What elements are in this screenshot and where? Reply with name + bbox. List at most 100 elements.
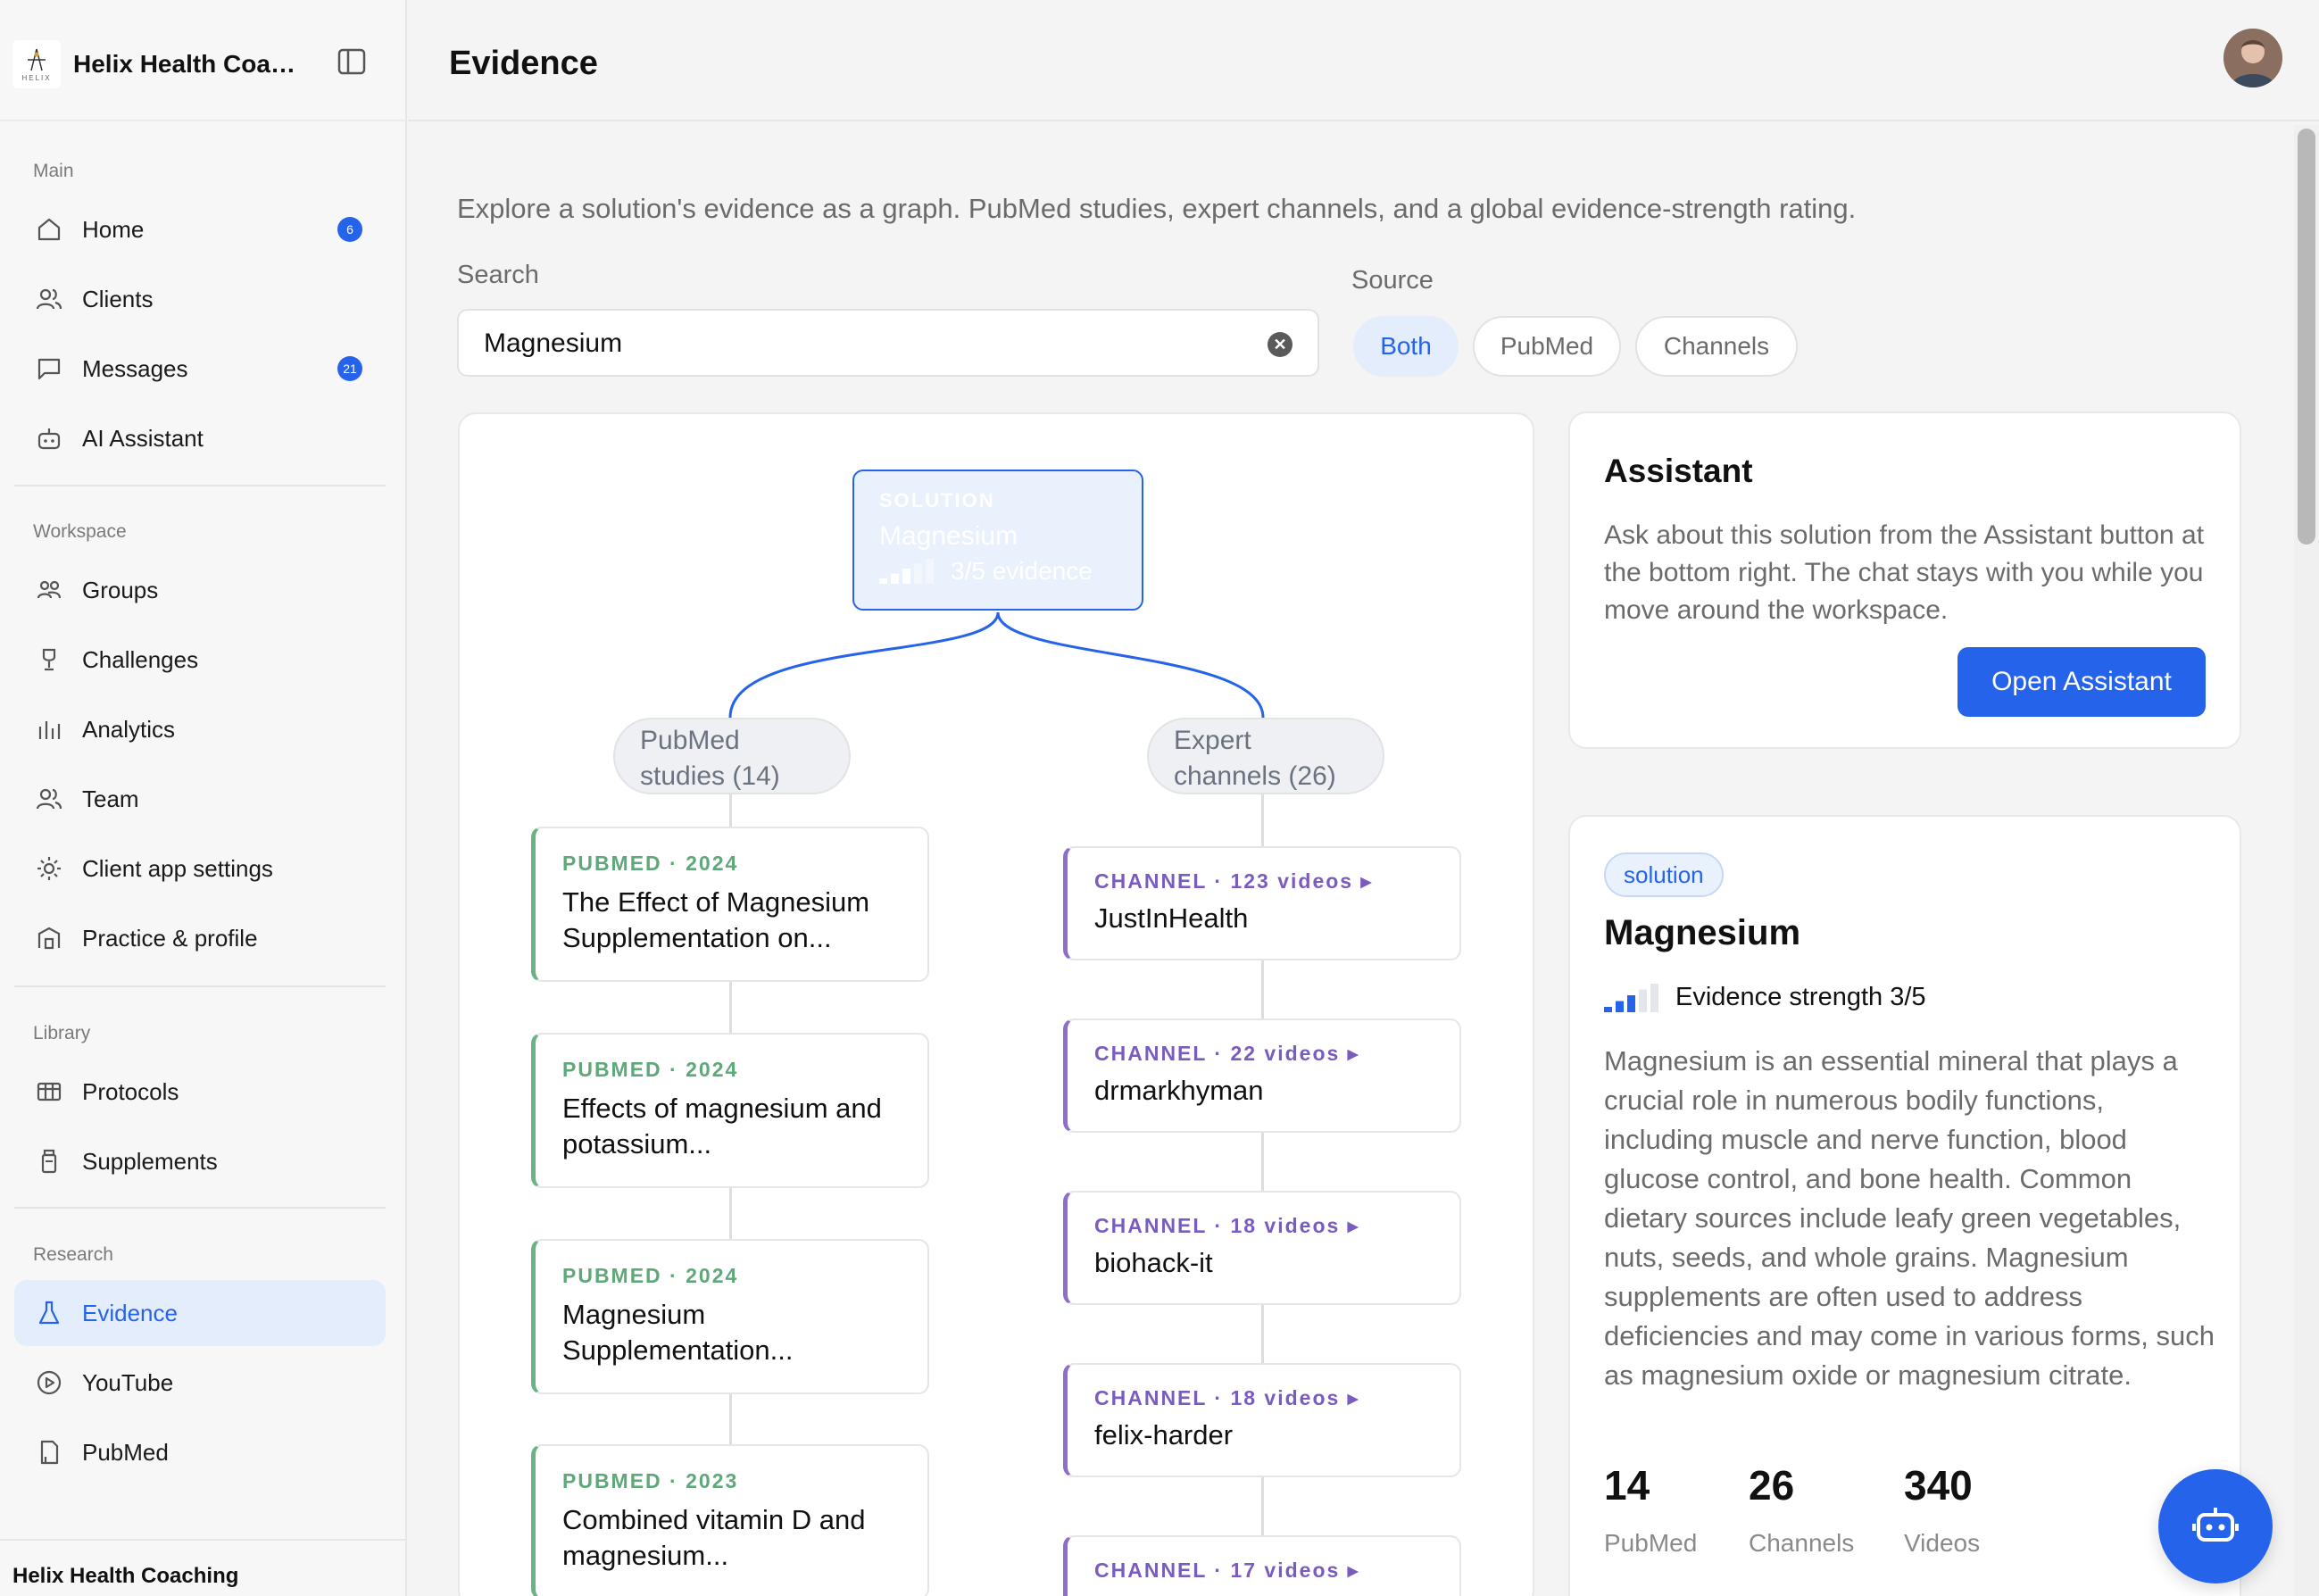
sidebar-item-youtube[interactable]: YouTube [14, 1350, 386, 1416]
stat-pubmed: 14 PubMed [1604, 1461, 1697, 1558]
flask-icon [34, 1298, 64, 1328]
section-label-research: Research [33, 1244, 113, 1265]
strength-bar [902, 569, 910, 584]
channel-meta: CHANNEL · 17 videos ▸ [1094, 1559, 1360, 1582]
channel-card[interactable]: CHANNEL · 123 videos ▸ JustInHealth [1063, 846, 1461, 960]
clear-icon[interactable]: ✕ [1268, 332, 1292, 357]
source-filter-both[interactable]: Both [1353, 316, 1459, 377]
sidebar-item-protocols[interactable]: Protocols [14, 1059, 386, 1125]
stat-value: 26 [1749, 1462, 1795, 1509]
pubmed-study-card[interactable]: PUBMED · 2023 Combined vitamin D and mag… [531, 1444, 929, 1596]
group-icon [34, 575, 64, 605]
channels-group-node[interactable]: Expert channels (26) [1147, 718, 1384, 794]
channel-card[interactable]: CHANNEL · 18 videos ▸ felix-harder [1063, 1363, 1461, 1477]
search-label: Search [457, 261, 539, 289]
source-filter-channels[interactable]: Channels [1635, 316, 1798, 377]
sidebar-item-label: YouTube [82, 1368, 174, 1396]
sidebar-item-evidence[interactable]: Evidence [14, 1280, 386, 1346]
study-meta: PUBMED · 2024 [562, 1264, 739, 1287]
sidebar-item-clients[interactable]: Clients [14, 266, 386, 332]
study-title: Magnesium Supplementation... [562, 1299, 794, 1366]
divider [14, 1207, 386, 1209]
strength-bar [1616, 1001, 1624, 1012]
search-input[interactable]: Magnesium ✕ [457, 309, 1319, 377]
strength-bars-icon [1604, 983, 1658, 1012]
stat-channels: 26 Channels [1749, 1461, 1854, 1558]
channel-meta: CHANNEL · 22 videos ▸ [1094, 1042, 1360, 1065]
sidebar-item-practice-profile[interactable]: Practice & profile [14, 905, 386, 971]
channel-meta: CHANNEL · 18 videos ▸ [1094, 1386, 1360, 1409]
assistant-body: Ask about this solution from the Assista… [1604, 520, 2205, 625]
channel-name: biohack-it [1094, 1247, 1213, 1278]
sidebar-item-label: Evidence [82, 1299, 178, 1326]
strength-bar [879, 578, 887, 584]
channel-name: JustInHealth [1094, 902, 1249, 934]
strength-bar [891, 573, 899, 584]
strength-bar [1604, 1006, 1612, 1012]
stat-videos: 340 Videos [1904, 1461, 1980, 1558]
page-title: Evidence [449, 45, 598, 82]
solution-node-title: Magnesium [879, 521, 1018, 551]
sidebar-item-analytics[interactable]: Analytics [14, 696, 386, 762]
scrollbar-thumb[interactable] [2298, 129, 2315, 544]
pubmed-study-card[interactable]: PUBMED · 2024 The Effect of Magnesium Su… [531, 827, 929, 982]
channel-card[interactable]: CHANNEL · 17 videos ▸ [1063, 1535, 1461, 1596]
pubmed-study-card[interactable]: PUBMED · 2024 Magnesium Supplementation.… [531, 1239, 929, 1394]
sidebar-item-home[interactable]: Home 6 [14, 196, 386, 262]
solution-node[interactable]: SOLUTION Magnesium 3/5 evidence [852, 470, 1143, 611]
sidebar-item-challenges[interactable]: Challenges [14, 627, 386, 693]
sidebar-item-ai-assistant[interactable]: AI Assistant [14, 405, 386, 471]
notification-badge: 21 [337, 356, 362, 381]
section-label-library: Library [33, 1023, 91, 1043]
robot-icon [2191, 1500, 2240, 1553]
sidebar-item-label: Home [82, 215, 145, 243]
source-label: Source [1351, 266, 1434, 295]
evidence-graph: SOLUTION Magnesium 3/5 evidence PubMed s… [458, 412, 1534, 1596]
sidebar-item-label: Messages [82, 354, 188, 382]
sidebar-item-supplements[interactable]: Supplements [14, 1128, 386, 1194]
channel-card[interactable]: CHANNEL · 22 videos ▸ drmarkhyman [1063, 1018, 1461, 1133]
study-meta: PUBMED · 2024 [562, 1058, 739, 1081]
sidebar-item-label: PubMed [82, 1438, 169, 1466]
sidebar-item-messages[interactable]: Messages 21 [14, 336, 386, 402]
sidebar-item-label: Analytics [82, 715, 176, 743]
sidebar-toggle-icon[interactable] [337, 48, 368, 77]
users-icon [34, 284, 64, 314]
solution-node-strength: 3/5 evidence [951, 557, 1093, 585]
settings-icon [34, 853, 64, 884]
building-icon [34, 923, 64, 953]
helix-logo: HELIX [12, 40, 61, 88]
sidebar-item-pubmed[interactable]: PubMed [14, 1419, 386, 1485]
stat-label: PubMed [1604, 1529, 1698, 1557]
robot-icon [34, 423, 64, 453]
channel-card[interactable]: CHANNEL · 18 videos ▸ biohack-it [1063, 1191, 1461, 1305]
sidebar-item-label: Supplements [82, 1147, 218, 1175]
study-meta: PUBMED · 2024 [562, 852, 739, 875]
pubmed-study-card[interactable]: PUBMED · 2024 Effects of magnesium and p… [531, 1033, 929, 1188]
sidebar-footer[interactable]: Helix Health Coaching [12, 1564, 238, 1589]
assistant-fab[interactable] [2158, 1469, 2273, 1584]
study-title: The Effect of Magnesium Supplementation … [562, 886, 870, 953]
top-bar: Evidence [408, 0, 2319, 121]
brand[interactable]: HELIX Helix Health Coac... [12, 36, 387, 93]
home-icon [34, 214, 64, 245]
solution-node-kicker: SOLUTION [879, 489, 995, 511]
document-icon [34, 1437, 64, 1467]
search-value: Magnesium [484, 328, 623, 358]
open-assistant-button[interactable]: Open Assistant [1957, 647, 2206, 717]
avatar[interactable] [2223, 29, 2282, 87]
sidebar: HELIX Helix Health Coac... Main Home 6 C… [0, 0, 407, 1596]
sidebar-item-groups[interactable]: Groups [14, 557, 386, 623]
solution-title: Magnesium [1604, 913, 1801, 952]
sidebar-item-label: Protocols [82, 1077, 179, 1105]
sidebar-item-team[interactable]: Team [14, 766, 386, 832]
evidence-strength: Evidence strength 3/5 [1604, 983, 1926, 1012]
type-tag: solution [1604, 852, 1724, 897]
sidebar-item-client-app-settings[interactable]: Client app settings [14, 835, 386, 902]
sidebar-item-label: Challenges [82, 645, 199, 673]
section-label-workspace: Workspace [33, 521, 127, 542]
pubmed-group-node[interactable]: PubMed studies (14) [613, 718, 851, 794]
channel-name: felix-harder [1094, 1419, 1234, 1451]
source-filter-pubmed[interactable]: PubMed [1473, 316, 1621, 377]
section-label-main: Main [33, 161, 74, 181]
